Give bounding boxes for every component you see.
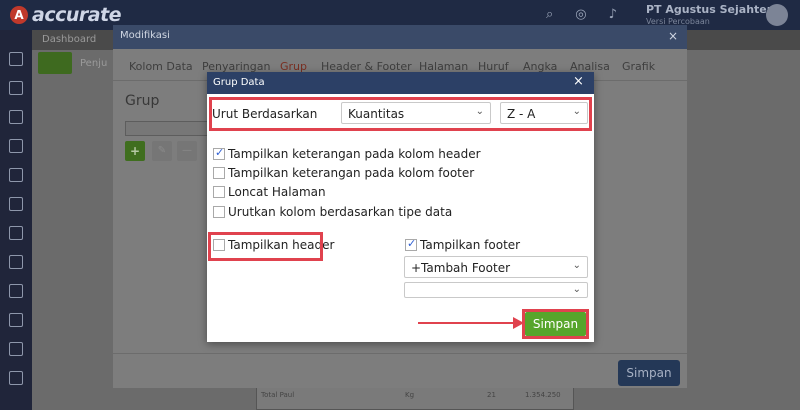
card-icon[interactable] xyxy=(9,313,23,327)
add-footer-select[interactable]: +Tambah Footer ⌄ xyxy=(404,256,588,278)
building-icon[interactable] xyxy=(9,110,23,124)
chevron-down-icon: ⌄ xyxy=(572,260,581,271)
top-icons: ⌕ ◎ ♪ xyxy=(546,7,617,22)
close-icon[interactable]: × xyxy=(573,75,584,89)
cart-icon[interactable] xyxy=(9,226,23,240)
help-icon[interactable]: ◎ xyxy=(575,7,586,22)
tab-grafik[interactable]: Grafik xyxy=(622,60,655,73)
settings-icon[interactable] xyxy=(9,52,23,66)
section-title: Grup xyxy=(125,93,160,109)
add-footer-value: +Tambah Footer xyxy=(411,261,511,275)
option-header-info[interactable]: Tampilkan keterangan pada kolom header xyxy=(213,146,481,161)
option-page-break[interactable]: Loncat Halaman xyxy=(213,185,326,199)
app-logo[interactable]: A accurate xyxy=(10,4,122,26)
show-footer-label: Tampilkan footer xyxy=(420,238,521,252)
option-label: Urutkan kolom berdasarkan tipe data xyxy=(228,205,453,219)
company-name: PT Agustus Sejahtera xyxy=(646,3,780,16)
menu-toggle-button[interactable] xyxy=(38,52,72,74)
option-show-footer[interactable]: Tampilkan footer xyxy=(405,237,521,252)
logo-text: accurate xyxy=(32,4,122,26)
close-icon[interactable]: × xyxy=(668,29,678,43)
truck-icon[interactable] xyxy=(9,255,23,269)
left-sidebar xyxy=(0,30,32,410)
edit-group-button[interactable]: ✎ xyxy=(152,141,172,161)
save-button[interactable]: Simpan xyxy=(525,312,586,336)
remove-group-button[interactable]: — xyxy=(177,141,197,161)
option-label: Tampilkan keterangan pada kolom footer xyxy=(228,166,475,180)
checkbox[interactable] xyxy=(213,206,225,218)
divider xyxy=(113,353,687,354)
gear-icon[interactable] xyxy=(9,371,23,385)
shipping-icon[interactable] xyxy=(9,168,23,182)
modifikasi-header: Modifikasi × xyxy=(113,25,687,49)
group-list-input[interactable] xyxy=(125,121,215,136)
option-sort-by-type[interactable]: Urutkan kolom berdasarkan tipe data xyxy=(213,205,452,219)
option-label: Loncat Halaman xyxy=(228,185,326,199)
grup-data-dialog: Grup Data × Urut Berdasarkan Kuantitas ⌄… xyxy=(207,72,594,342)
table-cell: Kg xyxy=(405,391,415,399)
checkbox[interactable] xyxy=(213,167,225,179)
bank-icon[interactable] xyxy=(9,284,23,298)
sort-highlight-box xyxy=(209,97,592,131)
table-cell: Total Paul xyxy=(261,391,295,399)
table-cell: 1.354.250 xyxy=(525,391,561,399)
dialog-header: Grup Data × xyxy=(207,72,594,94)
logo-mark-icon: A xyxy=(10,6,28,24)
option-footer-info[interactable]: Tampilkan keterangan pada kolom footer xyxy=(213,166,474,180)
tab-kolom-data[interactable]: Kolom Data xyxy=(129,60,193,73)
report-icon[interactable] xyxy=(9,342,23,356)
bell-icon[interactable]: ♪ xyxy=(609,7,617,22)
tab-dashboard[interactable]: Dashboard xyxy=(42,34,96,45)
header-highlight-box xyxy=(208,232,323,261)
option-label: Tampilkan keterangan pada kolom header xyxy=(228,147,481,161)
background-table-row: Total Paul Kg 21 1.354.250 xyxy=(256,386,574,410)
bag-icon[interactable] xyxy=(9,197,23,211)
table-cell: 21 xyxy=(487,391,496,399)
search-icon[interactable]: ⌕ xyxy=(546,7,553,22)
modifikasi-title: Modifikasi xyxy=(120,30,170,41)
checkbox[interactable] xyxy=(213,186,225,198)
document-icon[interactable] xyxy=(9,139,23,153)
page-label: Penju xyxy=(80,58,108,69)
avatar[interactable] xyxy=(766,4,788,26)
modifikasi-save-button[interactable]: Simpan xyxy=(618,360,680,386)
footer-field-select[interactable]: ⌄ xyxy=(404,282,588,298)
contacts-icon[interactable] xyxy=(9,81,23,95)
annotation-arrow xyxy=(418,322,518,324)
check-icon[interactable] xyxy=(405,237,417,251)
add-group-button[interactable]: + xyxy=(125,141,145,161)
check-icon[interactable] xyxy=(213,146,225,160)
dialog-title: Grup Data xyxy=(213,77,265,88)
chevron-down-icon: ⌄ xyxy=(572,284,581,295)
